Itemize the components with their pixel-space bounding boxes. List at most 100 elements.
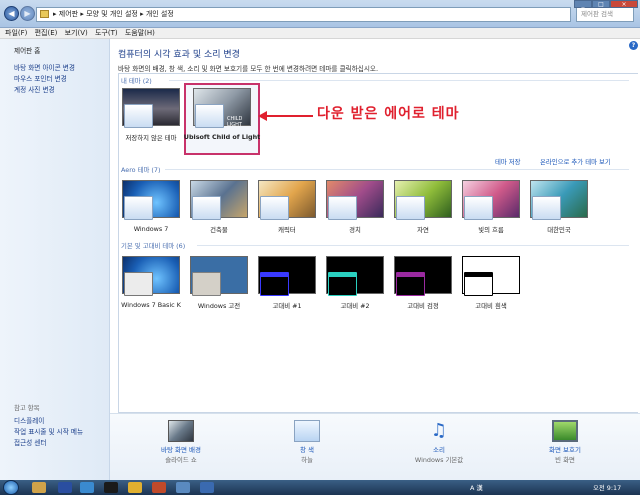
- ease-of-access-link[interactable]: 접근성 센터: [14, 437, 46, 447]
- theme-ubisoft-child-of-light[interactable]: CHILD LIGHT Ubisoft Child of Light: [184, 86, 260, 152]
- change-mouse-pointers-link[interactable]: 마우스 포인터 변경: [14, 73, 67, 83]
- photoshop-icon[interactable]: [58, 482, 72, 493]
- setting-value: 슬라이드 쇼: [165, 456, 197, 464]
- save-theme-link[interactable]: 테마 저장: [495, 157, 521, 166]
- setting-title: 바탕 화면 배경: [160, 446, 201, 454]
- theme-architecture[interactable]: 건축물: [187, 178, 251, 244]
- ie-icon[interactable]: [80, 482, 94, 493]
- theme-landscapes[interactable]: 경치: [323, 178, 387, 244]
- help-icon[interactable]: ?: [629, 41, 638, 50]
- sounds-setting[interactable]: ♫ 소리 Windows 기본값: [394, 420, 484, 464]
- settings-bar: 바탕 화면 배경 슬라이드 쇼 창 색 하늘 ♫ 소리 Windows 기본값 …: [110, 413, 640, 480]
- main-content: ? 컴퓨터의 시각 효과 및 소리 변경 바탕 화면의 배경, 창 색, 소리 …: [110, 39, 640, 413]
- window-color-tile: [192, 196, 221, 220]
- change-desktop-icons-link[interactable]: 바탕 화면 아이콘 변경: [14, 62, 75, 72]
- page-subtitle: 바탕 화면의 배경, 창 색, 소리 및 화면 보호기를 모두 한 번에 변경하…: [118, 65, 379, 73]
- window-color-tile: [124, 272, 153, 296]
- window-color-tile: [195, 104, 224, 128]
- menu-bar: 파일(F) 편집(E) 보기(V) 도구(T) 도움말(H): [0, 28, 640, 39]
- theme-windows-7[interactable]: Windows 7: [119, 178, 183, 244]
- app-icon[interactable]: [152, 482, 166, 493]
- app-icon[interactable]: [176, 482, 190, 493]
- window-color-tile: [124, 104, 153, 128]
- callout-arrow: [263, 115, 313, 117]
- chrome-icon[interactable]: [128, 482, 142, 493]
- window-color-tile: [396, 272, 425, 296]
- basic-themes-heading: 기본 및 고대비 테마 (6): [121, 242, 186, 250]
- maximize-button[interactable]: □: [592, 0, 610, 8]
- window-color-tile: [396, 196, 425, 220]
- menu-view[interactable]: 보기(V): [65, 29, 88, 37]
- address-bar[interactable]: ▸ 제어판 ▸ 모양 및 개인 설정 ▸ 개인 설정: [36, 7, 571, 22]
- breadcrumb-personalization[interactable]: 개인 설정: [146, 10, 174, 18]
- callout-text: 다운 받은 에어로 테마: [317, 106, 460, 122]
- theme-high-contrast-1[interactable]: 고대비 #1: [255, 254, 319, 320]
- my-themes-heading: 내 테마 (2): [121, 77, 152, 85]
- desktop-background-setting[interactable]: 바탕 화면 배경 슬라이드 쇼: [136, 420, 226, 464]
- back-button[interactable]: ◀: [4, 6, 19, 21]
- window-color-tile: [532, 196, 561, 220]
- folder-icon: [40, 10, 49, 18]
- minimize-button[interactable]: _: [574, 0, 592, 8]
- close-button[interactable]: ×: [610, 0, 638, 8]
- aero-themes-heading: Aero 테마 (7): [121, 166, 161, 174]
- setting-title: 창 색: [299, 446, 315, 454]
- title-bar: ◀ ▶ ▸ 제어판 ▸ 모양 및 개인 설정 ▸ 개인 설정 제어판 검색 _ …: [0, 0, 640, 28]
- taskbar: A 漢 오전 9:17: [0, 480, 640, 495]
- explorer-icon[interactable]: [32, 482, 46, 493]
- setting-title: 소리: [433, 446, 445, 454]
- theme-light-flow[interactable]: 빛의 흐름: [459, 178, 523, 244]
- setting-value: 하늘: [301, 456, 313, 464]
- theme-overlay-text: CHILD LIGHT: [227, 116, 243, 128]
- theme-label: 저장하지 않은 테마: [125, 134, 177, 142]
- breadcrumb-appearance[interactable]: 모양 및 개인 설정: [86, 10, 138, 18]
- theme-windows-classic[interactable]: Windows 고전: [187, 254, 251, 320]
- left-pane: 제어판 홈 바탕 화면 아이콘 변경 마우스 포인터 변경 계정 사진 변경 참…: [0, 39, 110, 480]
- get-more-themes-link[interactable]: 온라인으로 추가 테마 보기: [540, 157, 611, 166]
- taskbar-start-menu-link[interactable]: 작업 표시줄 및 시작 메뉴: [14, 426, 83, 436]
- theme-label: 고대비 흰색: [475, 302, 507, 310]
- display-link[interactable]: 디스플레이: [14, 415, 44, 425]
- screen-saver-setting[interactable]: 화면 보호기 빈 화면: [520, 420, 610, 464]
- theme-label: Ubisoft Child of Light: [183, 133, 261, 141]
- menu-edit[interactable]: 편집(E): [35, 29, 58, 37]
- forward-button[interactable]: ▶: [20, 6, 35, 21]
- setting-title: 화면 보호기: [549, 446, 581, 454]
- clock[interactable]: 오전 9:17: [593, 483, 621, 492]
- sounds-icon: ♫: [430, 420, 448, 441]
- menu-file[interactable]: 파일(F): [5, 29, 27, 37]
- media-player-icon[interactable]: [104, 482, 118, 493]
- window-color-icon: [294, 420, 320, 442]
- theme-unsaved[interactable]: 저장하지 않은 테마: [119, 86, 183, 152]
- change-account-picture-link[interactable]: 계정 사진 변경: [14, 84, 55, 94]
- setting-value: 빈 화면: [555, 456, 575, 464]
- ime-indicator[interactable]: A 漢: [470, 483, 483, 492]
- window-color-tile: [464, 196, 493, 220]
- theme-label: 대한민국: [547, 226, 571, 234]
- window-color-tile: [124, 196, 153, 220]
- desktop-background-icon: [168, 420, 194, 442]
- start-button[interactable]: [3, 480, 19, 495]
- theme-list[interactable]: 내 테마 (2) 저장하지 않은 테마 CHILD LIGHT Ubisoft …: [118, 73, 638, 413]
- search-input[interactable]: 제어판 검색: [576, 7, 634, 22]
- breadcrumb-control-panel[interactable]: 제어판: [59, 10, 78, 18]
- window-color-tile: [260, 196, 289, 220]
- theme-high-contrast-white[interactable]: 고대비 흰색: [459, 254, 523, 320]
- theme-high-contrast-black[interactable]: 고대비 검정: [391, 254, 455, 320]
- window-color-tile: [328, 272, 357, 296]
- theme-high-contrast-2[interactable]: 고대비 #2: [323, 254, 387, 320]
- see-also-heading: 참고 항목: [14, 404, 40, 412]
- setting-value: Windows 기본값: [414, 456, 464, 464]
- page-title: 컴퓨터의 시각 효과 및 소리 변경: [118, 50, 240, 60]
- menu-help[interactable]: 도움말(H): [125, 29, 155, 37]
- menu-tools[interactable]: 도구(T): [95, 29, 118, 37]
- control-panel-home-link[interactable]: 제어판 홈: [14, 45, 40, 55]
- theme-windows-7-basic[interactable]: Windows 7 Basic K: [119, 254, 183, 320]
- window-color-tile: [328, 196, 357, 220]
- theme-nature[interactable]: 자연: [391, 178, 455, 244]
- control-panel-icon[interactable]: [200, 482, 214, 493]
- theme-korea[interactable]: 대한민국: [527, 178, 591, 244]
- window-color-setting[interactable]: 창 색 하늘: [262, 420, 352, 464]
- theme-characters[interactable]: 캐릭터: [255, 178, 319, 244]
- screen-saver-icon: [552, 420, 578, 442]
